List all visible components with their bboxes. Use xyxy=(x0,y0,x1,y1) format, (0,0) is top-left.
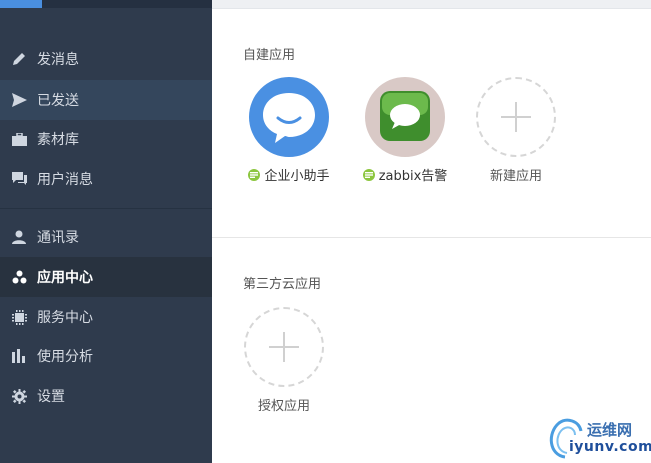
gear-icon xyxy=(11,388,27,404)
person-icon xyxy=(11,229,27,245)
watermark-logo: 运维网 iyunv.com xyxy=(545,413,651,461)
plus-icon xyxy=(244,307,324,387)
bar-chart-icon xyxy=(11,348,27,364)
sidebar-item-materials[interactable]: 素材库 xyxy=(0,119,212,159)
sidebar-item-label: 已发送 xyxy=(37,93,79,109)
message-badge-icon xyxy=(362,168,375,181)
app-label: zabbix告警 xyxy=(360,165,450,184)
briefcase-icon xyxy=(11,131,27,147)
sidebar-topbar xyxy=(0,0,212,8)
sidebar-item-analytics[interactable]: 使用分析 xyxy=(0,336,212,376)
sidebar-item-label: 服务中心 xyxy=(37,310,93,326)
sidebar-topbar-accent xyxy=(0,0,42,8)
sidebar-item-label: 使用分析 xyxy=(37,349,93,365)
sidebar-item-label: 设置 xyxy=(37,389,65,405)
sidebar: 发消息 已发送 素材库 用户消息 通讯录 应用中心 服务中心 使用分析 设置 xyxy=(0,0,212,463)
sidebar-item-label: 素材库 xyxy=(37,132,79,148)
sidebar-item-settings[interactable]: 设置 xyxy=(0,376,212,416)
new-app-label: 新建应用 xyxy=(489,169,542,184)
third-party-apps-title: 第三方云应用 xyxy=(243,277,322,292)
main-content: 自建应用 企业小助手 zabbix告警 新建应用 第三方云应用 授权应用 xyxy=(212,0,651,463)
app-zabbix-alert[interactable]: zabbix告警 xyxy=(360,77,450,184)
message-badge-icon xyxy=(248,168,261,181)
app-enterprise-assistant[interactable]: 企业小助手 xyxy=(244,77,334,184)
sidebar-item-send-message[interactable]: 发消息 xyxy=(0,39,212,79)
authorize-app-label: 授权应用 xyxy=(257,399,310,414)
sidebar-item-app-center[interactable]: 应用中心 xyxy=(0,257,212,297)
sidebar-divider xyxy=(0,208,212,209)
watermark-text-url: iyunv.com xyxy=(569,439,651,455)
app-label: 企业小助手 xyxy=(244,165,334,184)
message-icon xyxy=(365,77,445,157)
sidebar-item-contacts[interactable]: 通讯录 xyxy=(0,217,212,257)
chip-icon xyxy=(11,309,27,325)
authorize-app-button[interactable]: 授权应用 xyxy=(239,307,329,414)
top-bar xyxy=(212,0,651,9)
apps-icon xyxy=(11,269,27,285)
sidebar-item-service-center[interactable]: 服务中心 xyxy=(0,297,212,337)
sidebar-item-label: 用户消息 xyxy=(37,172,93,188)
chat-icon xyxy=(11,171,27,187)
sidebar-item-sent[interactable]: 已发送 xyxy=(0,80,212,120)
send-icon xyxy=(11,92,27,108)
sidebar-item-label: 应用中心 xyxy=(37,270,93,286)
custom-apps-title: 自建应用 xyxy=(243,48,296,63)
pencil-icon xyxy=(11,51,27,67)
section-divider xyxy=(212,237,651,238)
new-app-button[interactable]: 新建应用 xyxy=(471,77,561,184)
plus-icon xyxy=(476,77,556,157)
sidebar-item-label: 通讯录 xyxy=(37,230,79,246)
speech-bubble-icon xyxy=(249,77,329,157)
sidebar-item-user-messages[interactable]: 用户消息 xyxy=(0,159,212,199)
sidebar-item-label: 发消息 xyxy=(37,52,79,68)
watermark-text-cn: 运维网 xyxy=(587,421,633,439)
